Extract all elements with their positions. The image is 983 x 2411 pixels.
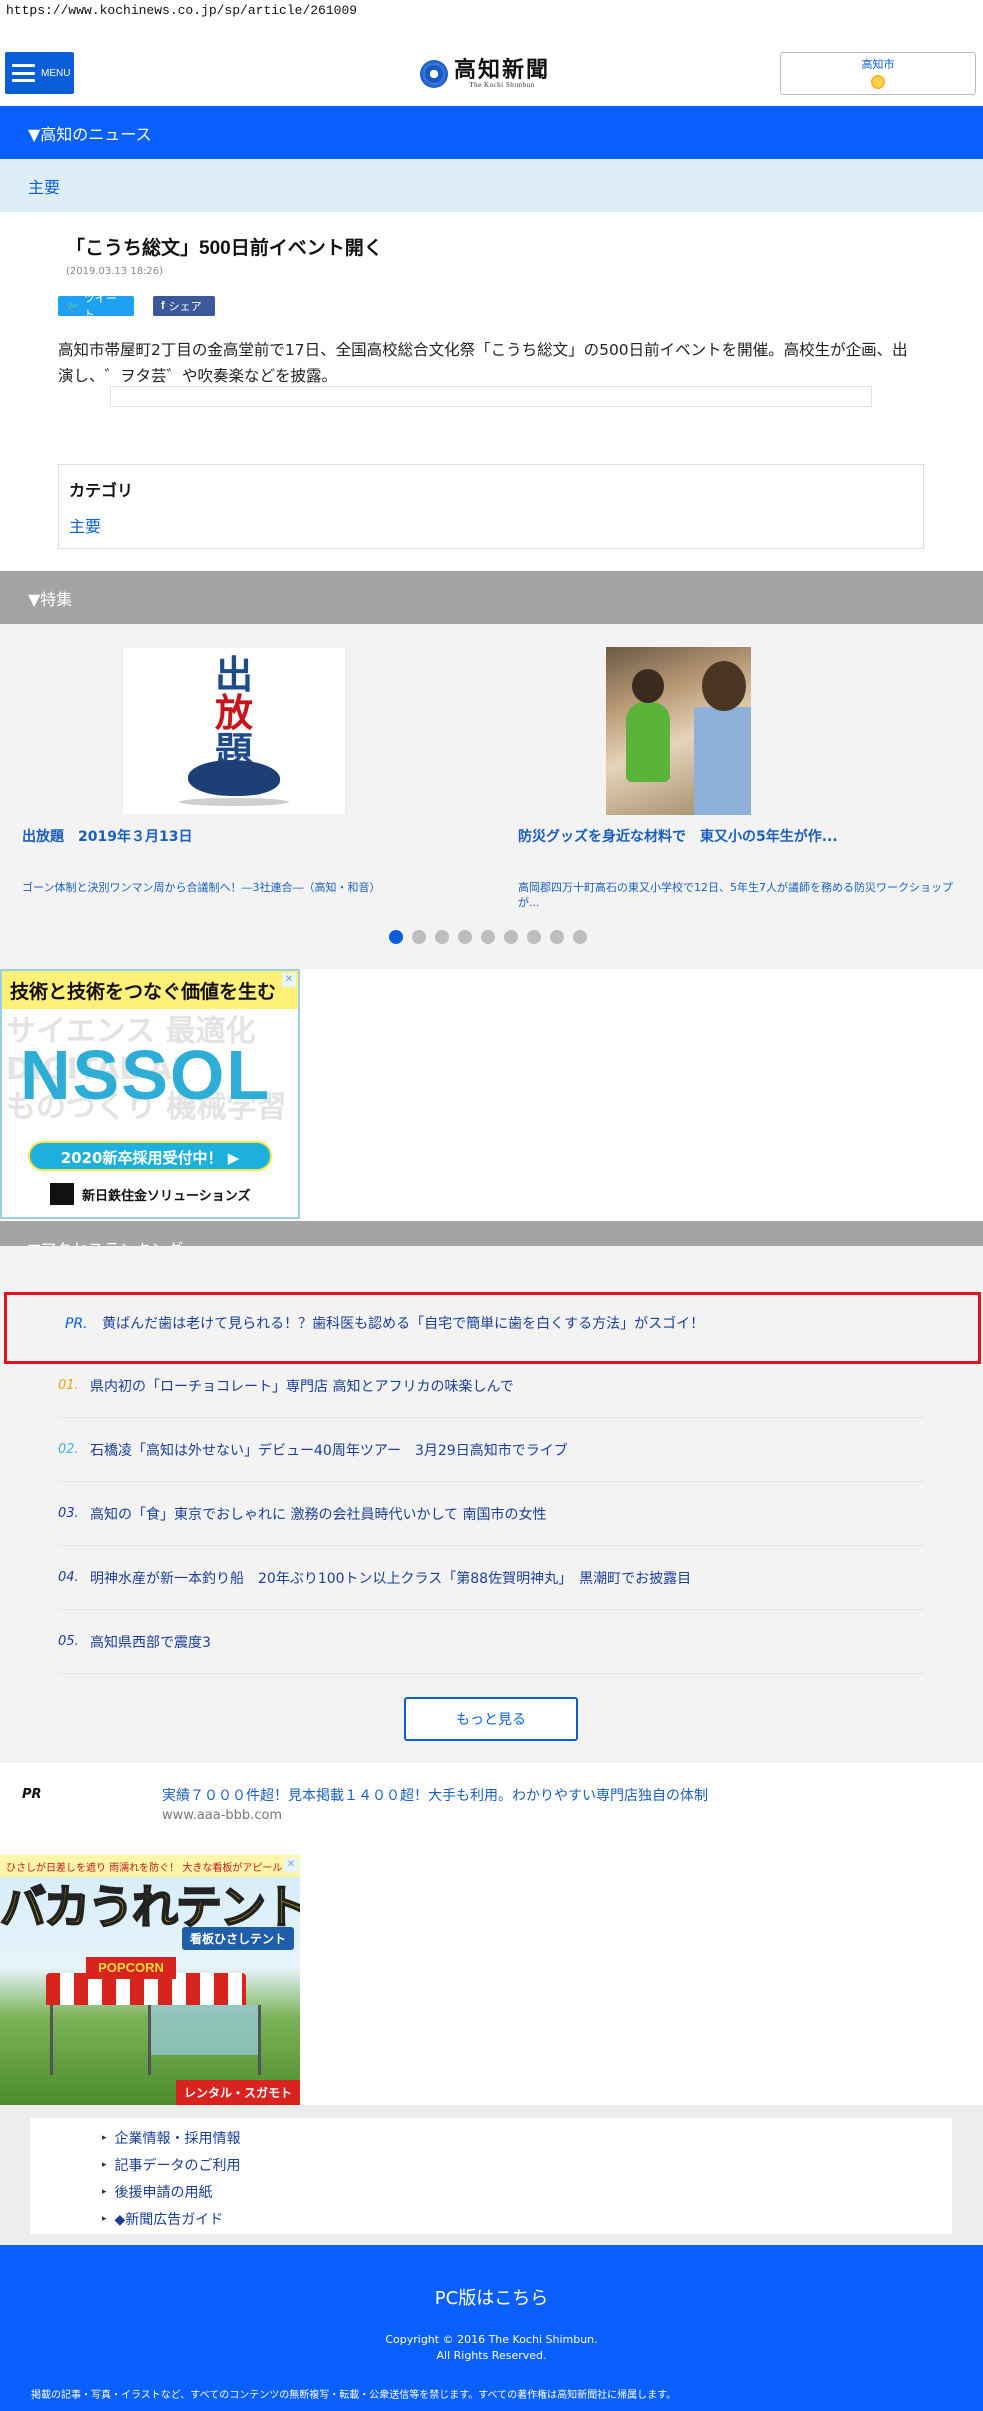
copyright-notice: 掲載の記事・写真・イラストなど、すべてのコンテンツの無断複写・転載・公衆送信等を… [31, 2390, 677, 2401]
feature-title[interactable]: 防災グッズを身近な材料で 東又小の5年生が作... [518, 826, 838, 846]
footer-link-ad-guide[interactable]: ◆新聞広告ガイド [102, 2205, 952, 2232]
boar-illustration [188, 760, 280, 796]
carousel-dot[interactable] [481, 930, 495, 944]
ranking-title: 黄ばんだ歯は老けて見られる！？歯科医も認める「自宅で簡単に歯を白くする方法」がス… [102, 1316, 705, 1332]
ranking-item[interactable]: 05. 高知県西部で震度3 [58, 1610, 924, 1674]
ranking-number: 03. [58, 1506, 79, 1521]
section-bar-news: ▼高知のニュース [0, 106, 983, 159]
footer-links: 企業情報・採用情報 記事データのご利用 後援申請の用紙 ◆新聞広告ガイド [30, 2118, 952, 2234]
share-label: シェア [168, 300, 202, 313]
footer-link-article-data[interactable]: 記事データのご利用 [102, 2151, 952, 2178]
ad-brand: NSSOL [20, 1036, 272, 1114]
feature-image-debodai[interactable]: 出 放 題 [122, 647, 346, 815]
banner-ad-nssol[interactable]: 技術と技術をつなぐ価値を生む サイエンス 最適化 DIGITAL AI ものづく… [0, 969, 300, 1219]
feature-title[interactable]: 出放題 2019年３月13日 [22, 826, 192, 846]
site-footer: PC版はこちら Copyright © 2016 The Kochi Shimb… [0, 2245, 983, 2411]
ad-company: 新日鉄住金ソリューションズ [82, 1189, 251, 1204]
carousel-dot[interactable] [550, 930, 564, 944]
ad-tag: 看板ひさしテント [181, 1927, 294, 1950]
footer-link-sponsorship[interactable]: 後援申請の用紙 [102, 2178, 952, 2205]
category-heading: カテゴリ [69, 481, 134, 500]
weather-city: 高知市 [861, 58, 895, 71]
feature-image-workshop-photo[interactable] [606, 647, 751, 815]
article-date: (2019.03.13 18:26) [66, 266, 164, 277]
feature-description[interactable]: 高岡郡四万十町高石の東又小学校で12日、5年生7人が議師を務める防災ワークショッ… [518, 880, 958, 910]
embedded-frame [110, 386, 872, 407]
tweet-label: ツイート [83, 292, 117, 321]
tweet-button[interactable]: 🐦 ツイート [58, 292, 134, 321]
feature-image-char: 放 [214, 690, 253, 735]
copyright: Copyright © 2016 The Kochi Shimbun. [385, 2333, 598, 2346]
pc-version-link[interactable]: PC版はこちら [0, 2284, 983, 2310]
facebook-icon: f [161, 300, 165, 312]
ranking-title: 高知の「食」東京でおしゃれに 激務の会社員時代いかして 南国市の女性 [90, 1506, 547, 1523]
carousel-pagination [389, 930, 587, 944]
carousel-dot[interactable] [573, 930, 587, 944]
carousel-dot[interactable] [504, 930, 518, 944]
section-bar-feature: ▼特集 [0, 571, 983, 624]
category-link[interactable]: 主要 [69, 513, 913, 537]
ranking-title: 明神水産が新一本釣り船 20年ぶり100トン以上クラス「第88佐賀明神丸」 黒潮… [90, 1570, 692, 1587]
carousel-dot[interactable] [458, 930, 472, 944]
ranking-number: 05. [58, 1634, 79, 1649]
ranking-item[interactable]: 01. 県内初の「ローチョコレート」専門店 高知とアフリカの味楽しんで [58, 1354, 924, 1418]
ranking-number: 04. [58, 1570, 79, 1585]
carousel-dot[interactable] [527, 930, 541, 944]
ranking-item[interactable]: 03. 高知の「食」東京でおしゃれに 激務の会社員時代いかして 南国市の女性 [58, 1482, 924, 1546]
weather-widget[interactable]: 高知市 [780, 52, 976, 95]
company-logo-icon [50, 1183, 74, 1205]
facebook-share-button[interactable]: f シェア [153, 296, 215, 316]
footer-link-company[interactable]: 企業情報・採用情報 [102, 2124, 952, 2151]
feature-carousel: 出 放 題 出放題 2019年３月13日 ゴーン体制と決別ワンマン周から合議制へ… [0, 624, 983, 969]
menu-label: MENU [41, 67, 71, 79]
page-url: https://www.kochinews.co.jp/sp/article/2… [6, 3, 358, 18]
twitter-icon: 🐦 [66, 300, 80, 313]
logo-emblem-icon [420, 60, 448, 88]
carousel-dot[interactable] [389, 930, 403, 944]
feature-description[interactable]: ゴーン体制と決別ワンマン周から合議制へ！―3社連合―（高知・和音） [22, 880, 462, 895]
ranking-title: 石橋凌「高知は外せない」デビュー40周年ツアー 3月29日高知市でライブ [90, 1442, 568, 1459]
ranking-item[interactable]: 02. 石橋凌「高知は外せない」デビュー40周年ツアー 3月29日高知市でライブ [58, 1418, 924, 1482]
category-box: カテゴリ 主要 [58, 464, 924, 549]
article-title: 「こうち総文」500日前イベント開く [66, 238, 383, 259]
site-logo[interactable]: 高知新聞 The Kochi Shimbun [420, 56, 550, 92]
more-button[interactable]: もっと見る [404, 1697, 578, 1741]
ad-headline: 技術と技術をつなぐ価値を生む [2, 971, 298, 1009]
sub-category-bar[interactable]: 主要 [0, 159, 983, 212]
ad-cta: 2020新卒採用受付中！ ▶ [28, 1141, 272, 1171]
site-header: MENU 高知新聞 The Kochi Shimbun 高知市 [0, 30, 983, 106]
ranking-number: PR. [65, 1316, 88, 1332]
banner-ad-tent[interactable]: ひさしが日差しを遮り 雨濡れを防ぐ！ 大きな看板がアピール！！ バカうれテント … [0, 1855, 300, 2105]
logo-subtitle: The Kochi Shimbun [469, 81, 535, 89]
logo-title: 高知新聞 [454, 57, 551, 83]
pr-ad-url[interactable]: www.aaa-bbb.com [162, 1808, 282, 1823]
ad-close-icon[interactable]: ✕ [284, 1858, 298, 1872]
ad-brand: レンタル・スガモト [175, 2080, 300, 2105]
ranking-title: 高知県西部で震度3 [90, 1634, 211, 1651]
pr-label: PR [22, 1787, 42, 1802]
sun-icon [871, 75, 885, 89]
ranking-number: 02. [58, 1442, 79, 1457]
rights: All Rights Reserved. [436, 2349, 547, 2362]
article-body: 高知市帯屋町2丁目の金高堂前で17日、全国高校総合文化祭「こうち総文」の500日… [58, 341, 908, 385]
carousel-dot[interactable] [412, 930, 426, 944]
hamburger-icon [12, 64, 35, 82]
ranking-number: 01. [58, 1378, 79, 1393]
pr-ad-title[interactable]: 実績７０００件超！見本掲載１４００超！大手も利用。わかりやすい専門店独自の体制 [162, 1785, 708, 1805]
ranking-item[interactable]: 04. 明神水産が新一本釣り船 20年ぶり100トン以上クラス「第88佐賀明神丸」… [58, 1546, 924, 1610]
feature-image-char: 出 [214, 652, 253, 697]
tent-sign: POPCORN [86, 1957, 176, 1979]
ad-close-icon[interactable]: ✕ [282, 973, 296, 987]
ranking-title: 県内初の「ローチョコレート」専門店 高知とアフリカの味楽しんで [90, 1378, 514, 1395]
carousel-dot[interactable] [435, 930, 449, 944]
menu-button[interactable]: MENU [5, 52, 74, 94]
